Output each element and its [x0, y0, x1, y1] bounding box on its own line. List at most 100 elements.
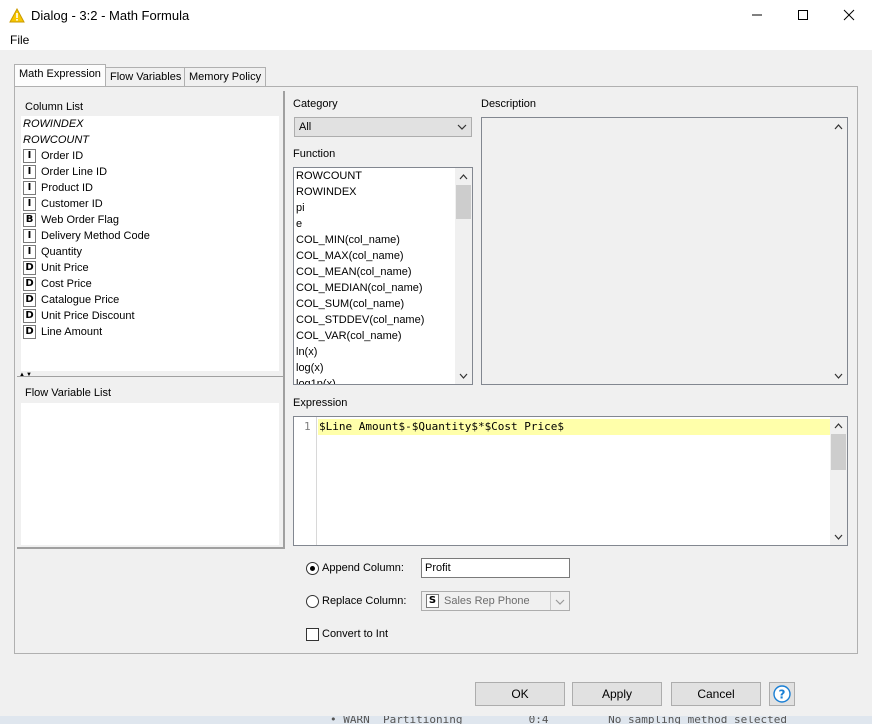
column-label: Web Order Flag: [41, 214, 120, 226]
column-item-order-line-id[interactable]: I Order Line ID: [23, 164, 107, 180]
scroll-thumb[interactable]: [831, 434, 846, 470]
description-label: Description: [481, 98, 537, 110]
integer-type-icon: I: [23, 149, 36, 163]
replace-column-value: Sales Rep Phone: [444, 595, 530, 607]
scroll-thumb[interactable]: [456, 185, 471, 219]
column-label: Order Line ID: [41, 166, 108, 178]
replace-column-select[interactable]: S Sales Rep Phone: [421, 591, 570, 611]
column-item-quantity[interactable]: I Quantity: [23, 244, 82, 260]
column-label: Line Amount: [41, 326, 103, 338]
function-item[interactable]: pi: [296, 200, 305, 216]
append-column-input[interactable]: Profit: [421, 558, 570, 578]
line-number-gutter: 1: [294, 417, 317, 545]
column-item-delivery-method-code[interactable]: I Delivery Method Code: [23, 228, 150, 244]
column-item-catalogue-price[interactable]: D Catalogue Price: [23, 292, 119, 308]
function-item[interactable]: ln(x): [296, 344, 317, 360]
function-item[interactable]: ROWCOUNT: [296, 168, 362, 184]
column-label: Order ID: [41, 150, 84, 162]
chevron-down-icon: [555, 599, 565, 605]
double-type-icon: D: [23, 309, 36, 323]
ok-button[interactable]: OK: [475, 682, 565, 706]
function-scrollbar[interactable]: [455, 168, 472, 384]
maximize-icon: [798, 10, 808, 20]
scroll-up-icon[interactable]: [830, 417, 847, 434]
cancel-button[interactable]: Cancel: [671, 682, 761, 706]
close-button[interactable]: [826, 0, 872, 30]
expression-scrollbar[interactable]: [830, 417, 847, 545]
splitter-arrows-icon[interactable]: ▲▼: [19, 372, 33, 378]
category-select[interactable]: All: [294, 117, 472, 137]
column-item-rowindex[interactable]: ROWINDEX: [23, 116, 84, 132]
menu-bar: File: [0, 32, 872, 50]
menu-file[interactable]: File: [10, 33, 29, 47]
column-label: Delivery Method Code: [41, 230, 150, 242]
scroll-down-icon[interactable]: [455, 367, 472, 384]
function-item[interactable]: COL_MAX(col_name): [296, 248, 404, 264]
flow-variable-list[interactable]: [21, 403, 279, 545]
column-list[interactable]: ROWINDEX ROWCOUNT I Order ID I Order Line …: [21, 116, 279, 371]
scroll-down-icon[interactable]: [830, 367, 847, 384]
column-label: Customer ID: [41, 198, 103, 210]
close-icon: [843, 9, 855, 21]
flow-variable-list-title: Flow Variable List: [25, 387, 111, 399]
tab-math-expression[interactable]: Math Expression: [14, 64, 106, 87]
function-item[interactable]: COL_MIN(col_name): [296, 232, 400, 248]
column-item-web-order-flag[interactable]: B Web Order Flag: [23, 212, 119, 228]
convert-to-int-label: Convert to Int: [322, 628, 389, 640]
tab-flow-variables[interactable]: Flow Variables: [105, 67, 187, 87]
function-item[interactable]: log(x): [296, 360, 324, 376]
scroll-up-icon[interactable]: [830, 118, 847, 135]
line-number: 1: [304, 420, 311, 433]
function-item[interactable]: COL_STDDEV(col_name): [296, 312, 424, 328]
help-icon: ?: [773, 685, 791, 703]
panel-splitter[interactable]: [17, 376, 283, 380]
expression-text[interactable]: $Line Amount$-$Quantity$*$Cost Price$: [319, 420, 564, 433]
integer-type-icon: I: [23, 165, 36, 179]
column-item-order-id[interactable]: I Order ID: [23, 148, 83, 164]
scroll-down-icon[interactable]: [830, 528, 847, 545]
boolean-type-icon: B: [23, 213, 36, 227]
append-column-label: Append Column:: [322, 562, 404, 574]
help-button[interactable]: ?: [769, 682, 795, 706]
minimize-icon: [752, 14, 762, 16]
string-type-icon: S: [426, 594, 439, 608]
apply-button[interactable]: Apply: [572, 682, 662, 706]
column-label: ROWCOUNT: [23, 134, 89, 146]
maximize-button[interactable]: [780, 0, 826, 30]
double-type-icon: D: [23, 293, 36, 307]
column-item-rowcount[interactable]: ROWCOUNT: [23, 132, 89, 148]
function-item[interactable]: COL_MEDIAN(col_name): [296, 280, 423, 296]
replace-column-radio[interactable]: [306, 595, 319, 608]
background-log-strip: • WARN Partitioning 0:4 No sampling meth…: [0, 716, 872, 724]
background-log-text: • WARN Partitioning 0:4 No sampling meth…: [330, 716, 787, 724]
column-item-unit-price[interactable]: D Unit Price: [23, 260, 89, 276]
function-item[interactable]: e: [296, 216, 302, 232]
function-item[interactable]: ROWINDEX: [296, 184, 357, 200]
expression-editor[interactable]: 1 $Line Amount$-$Quantity$*$Cost Price$: [293, 416, 848, 546]
chevron-down-icon: [457, 124, 467, 130]
function-item[interactable]: COL_VAR(col_name): [296, 328, 402, 344]
description-scrollbar[interactable]: [830, 118, 847, 384]
double-type-icon: D: [23, 261, 36, 275]
double-type-icon: D: [23, 325, 36, 339]
scroll-up-icon[interactable]: [455, 168, 472, 185]
function-item[interactable]: log1p(x): [296, 376, 336, 384]
convert-to-int-checkbox[interactable]: [306, 628, 319, 641]
tab-memory-policy[interactable]: Memory Policy: [184, 67, 267, 87]
column-item-product-id[interactable]: I Product ID: [23, 180, 93, 196]
function-list[interactable]: ROWCOUNT ROWINDEX pi e COL_MIN(col_name)…: [293, 167, 473, 385]
function-item[interactable]: COL_MEAN(col_name): [296, 264, 412, 280]
append-column-radio[interactable]: [306, 562, 319, 575]
function-item[interactable]: COL_SUM(col_name): [296, 296, 404, 312]
column-item-line-amount[interactable]: D Line Amount: [23, 324, 102, 340]
integer-type-icon: I: [23, 181, 36, 195]
column-item-cost-price[interactable]: D Cost Price: [23, 276, 92, 292]
column-item-customer-id[interactable]: I Customer ID: [23, 196, 103, 212]
window-title: Dialog - 3:2 - Math Formula: [31, 8, 190, 23]
integer-type-icon: I: [23, 229, 36, 243]
column-label: Cost Price: [41, 278, 92, 290]
select-divider: [550, 592, 551, 610]
column-item-unit-price-discount[interactable]: D Unit Price Discount: [23, 308, 135, 324]
description-box: [481, 117, 848, 385]
minimize-button[interactable]: [734, 0, 780, 30]
